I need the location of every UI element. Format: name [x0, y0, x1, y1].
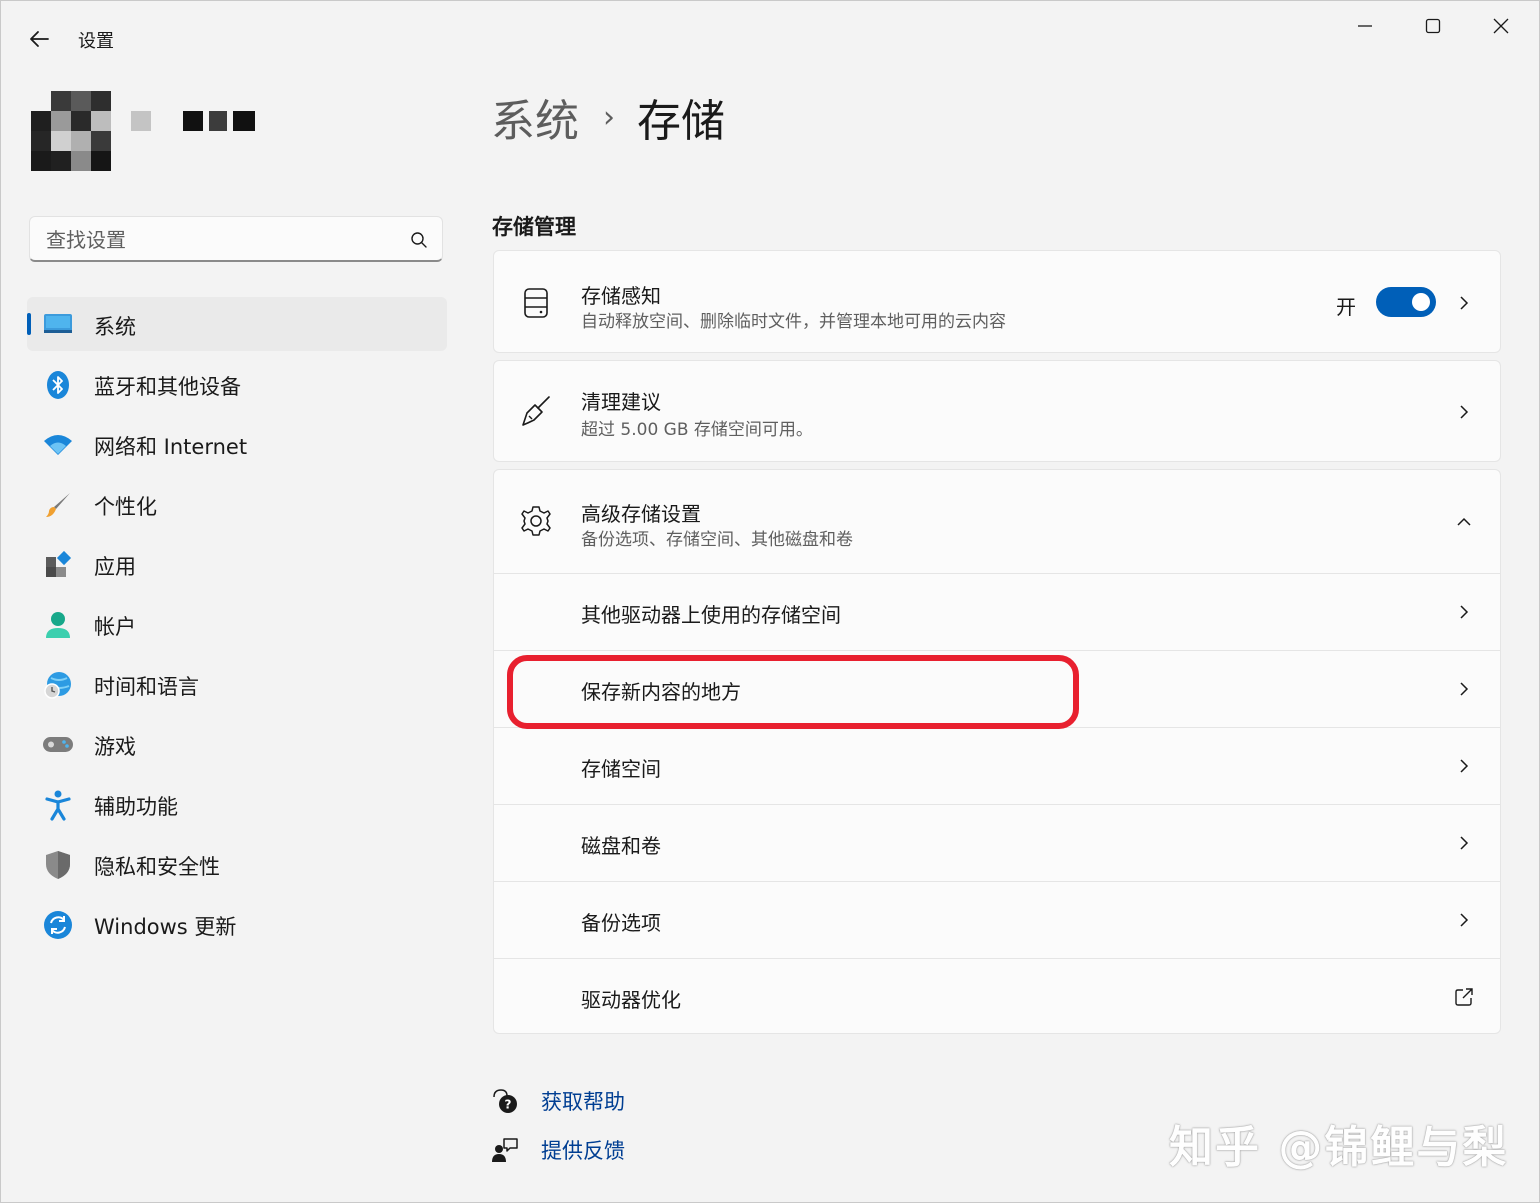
windows-update-icon	[42, 909, 74, 941]
sidebar-nav: 系统 蓝牙和其他设备 网络和 Internet 个性化 应用 帐户 时间和语言 …	[27, 297, 447, 957]
time-language-icon	[42, 669, 74, 701]
list-item-label: 磁盘和卷	[581, 834, 661, 858]
sidebar-item-label: 游戏	[94, 735, 136, 759]
advanced-storage-settings-card: 高级存储设置 备份选项、存储空间、其他磁盘和卷 其他驱动器上使用的存储空间 保存…	[493, 469, 1501, 1034]
account-icon	[42, 609, 74, 641]
svg-text:?: ?	[505, 1098, 512, 1112]
storage-sense-card[interactable]: 存储感知 自动释放空间、删除临时文件，并管理本地可用的云内容 开	[493, 250, 1501, 353]
list-item-disks-volumes[interactable]: 磁盘和卷	[494, 804, 1500, 882]
wifi-icon	[42, 429, 74, 461]
maximize-button[interactable]	[1403, 9, 1463, 43]
profile-name-redacted	[131, 111, 255, 131]
sidebar-item-accessibility[interactable]: 辅助功能	[27, 777, 447, 831]
annotation-highlight	[507, 655, 1079, 729]
chevron-right-icon	[1460, 682, 1469, 696]
bluetooth-icon	[42, 369, 74, 401]
external-link-icon	[1455, 988, 1473, 1006]
storage-sense-toggle[interactable]	[1376, 287, 1436, 317]
accessibility-icon	[42, 789, 74, 821]
give-feedback-link[interactable]: 提供反馈	[491, 1135, 625, 1165]
sidebar-item-label: 辅助功能	[94, 795, 178, 819]
broom-icon	[518, 393, 554, 429]
cleanup-recommendations-card[interactable]: 清理建议 超过 5.00 GB 存储空间可用。	[493, 360, 1501, 462]
sidebar-item-bluetooth[interactable]: 蓝牙和其他设备	[27, 357, 447, 411]
gamepad-icon	[42, 729, 74, 761]
sidebar-item-time-language[interactable]: 时间和语言	[27, 657, 447, 711]
active-indicator	[27, 313, 31, 335]
chevron-right-icon	[1460, 836, 1469, 850]
card-subtitle: 超过 5.00 GB 存储空间可用。	[581, 420, 813, 440]
breadcrumb-parent[interactable]: 系统	[491, 85, 579, 149]
chevron-right-icon	[1460, 605, 1469, 619]
sidebar-item-label: 个性化	[94, 495, 157, 519]
sidebar-item-system[interactable]: 系统	[27, 297, 447, 351]
maximize-icon	[1425, 18, 1441, 34]
breadcrumb-separator: ›	[603, 99, 615, 135]
feedback-icon	[491, 1136, 519, 1164]
list-item-backup-options[interactable]: 备份选项	[494, 881, 1500, 959]
chevron-right-icon	[1460, 913, 1469, 927]
toggle-state-label: 开	[1336, 295, 1356, 319]
minimize-button[interactable]	[1335, 9, 1395, 43]
sidebar-item-label: Windows 更新	[94, 915, 237, 939]
section-title: 存储管理	[492, 215, 576, 239]
list-item-label: 备份选项	[581, 911, 661, 935]
sidebar-item-label: 蓝牙和其他设备	[94, 375, 241, 399]
search-icon[interactable]	[410, 231, 428, 249]
chevron-right-icon	[1460, 759, 1469, 773]
back-button[interactable]	[23, 23, 55, 55]
minimize-icon	[1358, 25, 1372, 27]
sidebar-item-label: 系统	[94, 315, 136, 339]
list-item-label: 其他驱动器上使用的存储空间	[581, 603, 841, 627]
card-title: 高级存储设置	[581, 502, 701, 526]
system-monitor-icon	[42, 309, 74, 341]
advanced-storage-header[interactable]: 高级存储设置 备份选项、存储空间、其他磁盘和卷	[494, 470, 1500, 573]
sidebar-item-label: 网络和 Internet	[94, 435, 248, 459]
storage-drive-icon	[518, 285, 554, 321]
app-title: 设置	[78, 31, 114, 52]
page-title: 存储	[637, 96, 725, 147]
close-icon	[1493, 18, 1509, 34]
sidebar-item-network[interactable]: 网络和 Internet	[27, 417, 447, 471]
chevron-right-icon	[1460, 405, 1469, 419]
apps-icon	[42, 549, 74, 581]
list-item-label: 驱动器优化	[581, 988, 681, 1012]
sidebar-item-privacy[interactable]: 隐私和安全性	[27, 837, 447, 891]
list-item-other-drives-storage[interactable]: 其他驱动器上使用的存储空间	[494, 573, 1500, 651]
chevron-right-icon	[1460, 296, 1469, 310]
card-subtitle: 备份选项、存储空间、其他磁盘和卷	[581, 530, 853, 550]
gear-icon	[518, 503, 554, 539]
give-feedback-label: 提供反馈	[541, 1139, 625, 1163]
list-item-drive-optimization[interactable]: 驱动器优化	[494, 958, 1500, 1036]
card-title: 存储感知	[581, 284, 661, 308]
watermark: 知乎 @锦鲤与梨	[1169, 1122, 1509, 1173]
sidebar-item-label: 时间和语言	[94, 675, 199, 699]
help-chat-icon: ?	[491, 1087, 519, 1115]
list-item-storage-spaces[interactable]: 存储空间	[494, 727, 1500, 805]
sidebar-item-gaming[interactable]: 游戏	[27, 717, 447, 771]
sidebar-item-label: 应用	[94, 555, 136, 579]
sidebar-item-label: 隐私和安全性	[94, 855, 220, 879]
brush-icon	[42, 489, 74, 521]
back-arrow-icon	[30, 31, 49, 47]
sidebar-item-windows-update[interactable]: Windows 更新	[27, 897, 447, 951]
get-help-label: 获取帮助	[541, 1090, 625, 1114]
shield-icon	[42, 849, 74, 881]
card-title: 清理建议	[581, 390, 661, 414]
sidebar-item-apps[interactable]: 应用	[27, 537, 447, 591]
breadcrumb: 系统 › 存储	[491, 85, 725, 149]
card-subtitle: 自动释放空间、删除临时文件，并管理本地可用的云内容	[581, 312, 1006, 332]
close-button[interactable]	[1471, 9, 1531, 43]
sidebar-item-accounts[interactable]: 帐户	[27, 597, 447, 651]
sidebar-item-personalization[interactable]: 个性化	[27, 477, 447, 531]
search-input[interactable]	[44, 225, 398, 255]
toggle-knob	[1412, 293, 1430, 311]
search-box[interactable]	[29, 216, 443, 262]
list-item-label: 存储空间	[581, 757, 661, 781]
sidebar-item-label: 帐户	[94, 615, 136, 639]
chevron-up-icon	[1457, 517, 1471, 526]
avatar[interactable]	[31, 91, 111, 171]
settings-window: 设置 系统	[0, 0, 1540, 1203]
get-help-link[interactable]: ? 获取帮助	[491, 1086, 625, 1116]
